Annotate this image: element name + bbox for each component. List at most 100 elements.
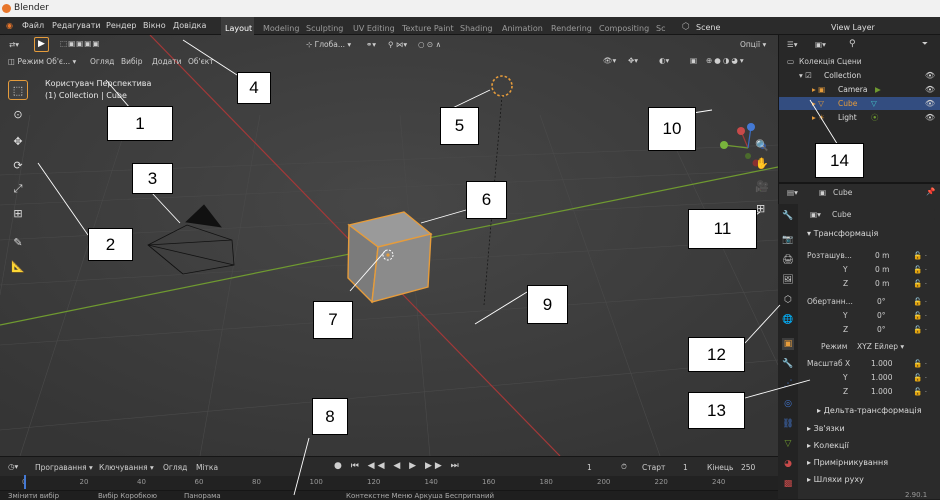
- collections-header[interactable]: ▸ Колекції: [807, 441, 849, 450]
- scale-tool[interactable]: ⤢: [8, 179, 28, 199]
- properties-editor[interactable]: ▤▾ ▣ Cube 📌 ▣▾ Cube ▾ Трансформація Розт…: [778, 182, 940, 499]
- location-x[interactable]: 0 m: [875, 251, 889, 260]
- pin-icon[interactable]: 📌: [926, 187, 935, 196]
- tool-tab-icon[interactable]: 🔧: [782, 210, 794, 222]
- scene-name[interactable]: Scene: [696, 23, 720, 32]
- select-box-tool[interactable]: ⬚: [8, 80, 28, 100]
- modifier-tab-icon[interactable]: 🔧: [782, 358, 794, 370]
- lock-icon[interactable]: 🔓 ⋅: [913, 279, 927, 288]
- lock-icon[interactable]: 🔓 ⋅: [913, 311, 927, 320]
- menu-help[interactable]: Довідка: [173, 21, 206, 30]
- current-frame[interactable]: 1: [587, 463, 592, 472]
- view-layer-name[interactable]: View Layer: [831, 23, 875, 32]
- menu-marker[interactable]: Мітка: [196, 463, 218, 472]
- tab-rendering[interactable]: Rendering: [551, 24, 592, 33]
- end-frame[interactable]: 250: [741, 463, 755, 472]
- menu-select[interactable]: Вибір: [121, 57, 143, 66]
- location-z[interactable]: 0 m: [875, 279, 889, 288]
- lock-icon[interactable]: 🔓 ⋅: [913, 251, 927, 260]
- tab-compositing[interactable]: Compositing: [599, 24, 649, 33]
- proportional-edit-icons[interactable]: ○ ⊙ ∧: [418, 40, 441, 49]
- menu-edit[interactable]: Редагувати: [52, 21, 101, 30]
- shading-modes-icons[interactable]: ⊕●◑◕▾: [706, 56, 746, 65]
- blender-menu-icon[interactable]: ◉: [6, 21, 13, 30]
- playhead[interactable]: [24, 475, 26, 489]
- lock-icon[interactable]: 🔓 ⋅: [913, 359, 927, 368]
- menu-keying[interactable]: Ключування ▾: [99, 463, 154, 472]
- outliner-item-collection[interactable]: ▾ ☑ Collection 👁: [779, 69, 940, 82]
- start-frame[interactable]: 1: [683, 463, 688, 472]
- selection-mode-icons[interactable]: ⬚▣▣▣▣: [60, 39, 100, 48]
- pan-hand-icon[interactable]: ✋: [755, 157, 769, 170]
- view-layer-tab-icon[interactable]: 🖼: [782, 274, 794, 286]
- select-mode-icon[interactable]: ▶: [34, 37, 49, 52]
- editor-type-icon[interactable]: ⇄▾: [9, 40, 19, 49]
- scene-tab-icon[interactable]: ⬡: [782, 294, 794, 306]
- scene-icon[interactable]: ⬡: [682, 22, 690, 32]
- menu-timeline-view[interactable]: Огляд: [163, 463, 187, 472]
- render-tab-icon[interactable]: 📷: [782, 234, 794, 246]
- world-tab-icon[interactable]: 🌐: [782, 314, 794, 326]
- rotation-z[interactable]: 0°: [877, 325, 886, 334]
- visibility-icon[interactable]: 👁▾: [603, 56, 616, 65]
- measure-tool[interactable]: 📐: [8, 256, 28, 276]
- delta-transform-header[interactable]: ▸ Дельта-трансформація: [817, 406, 922, 415]
- snap-toggle[interactable]: ⚲ ⋈▾: [388, 40, 407, 49]
- transform-tool[interactable]: ⊞: [8, 203, 28, 223]
- scale-y[interactable]: 1.000: [871, 373, 892, 382]
- move-tool[interactable]: ✥: [8, 131, 28, 151]
- transform-panel-header[interactable]: ▾ Трансформація: [807, 229, 878, 238]
- lock-icon[interactable]: 🔓 ⋅: [913, 265, 927, 274]
- properties-editor-icon[interactable]: ▤▾: [787, 188, 798, 197]
- timeline-editor-icon[interactable]: ◷▾: [8, 462, 18, 471]
- data-tab-icon[interactable]: ▽: [782, 438, 794, 450]
- particles-tab-icon[interactable]: ⋰: [782, 378, 794, 390]
- rotation-y[interactable]: 0°: [877, 311, 886, 320]
- rotation-x[interactable]: 0°: [877, 297, 886, 306]
- visibility-eye-icon[interactable]: 👁: [925, 97, 935, 110]
- stopwatch-icon[interactable]: ⏱: [621, 462, 627, 472]
- instancing-header[interactable]: ▸ Примірникування: [807, 458, 888, 467]
- outliner-search-icon[interactable]: ⚲: [849, 39, 856, 49]
- scale-z[interactable]: 1.000: [871, 387, 892, 396]
- visibility-eye-icon[interactable]: 👁: [925, 111, 935, 124]
- object-name-field[interactable]: ▣▾ Cube: [807, 209, 935, 220]
- tab-layout[interactable]: Layout: [225, 24, 252, 33]
- menu-object[interactable]: Об'єкт: [188, 57, 214, 66]
- visibility-eye-icon[interactable]: 👁: [925, 83, 935, 96]
- lock-icon[interactable]: 🔓 ⋅: [913, 373, 927, 382]
- physics-tab-icon[interactable]: ◎: [782, 398, 794, 410]
- playback-controls[interactable]: ● ⏮ ◀◀ ◀ ▶ ▶▶ ⏭: [334, 461, 462, 471]
- overlays-icon[interactable]: ◐▾: [659, 56, 669, 65]
- options-dropdown[interactable]: Опції ▾: [740, 40, 766, 49]
- display-mode-icon[interactable]: ▣▾: [815, 40, 826, 49]
- cursor-tool[interactable]: ⊙: [8, 104, 28, 124]
- menu-window[interactable]: Вікно: [143, 21, 166, 30]
- outliner-item-camera[interactable]: ▸ ▣ Camera ▶ 👁: [779, 83, 940, 96]
- gizmo-toggle-icon[interactable]: ✥▾: [628, 56, 638, 65]
- tab-animation[interactable]: Animation: [502, 24, 543, 33]
- tab-uv-editing[interactable]: UV Editing: [353, 24, 395, 33]
- lock-icon[interactable]: 🔓 ⋅: [913, 297, 927, 306]
- lock-icon[interactable]: 🔓 ⋅: [913, 325, 927, 334]
- pivot-dropdown[interactable]: ⚭▾: [366, 40, 376, 49]
- scale-x[interactable]: 1.000: [871, 359, 892, 368]
- menu-file[interactable]: Файл: [22, 21, 44, 30]
- location-y[interactable]: 0 m: [875, 265, 889, 274]
- outliner-item-light[interactable]: ▸ ☀ Light ⦿ 👁: [779, 111, 940, 124]
- tab-sculpting[interactable]: Sculpting: [306, 24, 343, 33]
- rotate-tool[interactable]: ⟳: [8, 155, 28, 175]
- tab-more[interactable]: Sc: [656, 24, 665, 33]
- outliner-item-cube[interactable]: ▸ ▽ Cube ▽ 👁: [779, 97, 940, 110]
- orientation-dropdown[interactable]: ⊹ Глоба... ▾: [306, 40, 351, 49]
- xray-icon[interactable]: ▣: [690, 56, 697, 65]
- texture-tab-icon[interactable]: ▩: [782, 478, 794, 490]
- lock-icon[interactable]: 🔓 ⋅: [913, 387, 927, 396]
- camera-view-icon[interactable]: 🎥: [755, 180, 769, 193]
- menu-render[interactable]: Рендер: [106, 21, 137, 30]
- mode-dropdown[interactable]: ◫ Режим Об'є... ▾: [8, 57, 76, 66]
- filter-icon[interactable]: ⏷: [922, 39, 928, 49]
- relations-header[interactable]: ▸ Зв'язки: [807, 424, 845, 433]
- object-tab-icon[interactable]: ▣: [782, 338, 794, 350]
- menu-playback[interactable]: Програвання ▾: [35, 463, 93, 472]
